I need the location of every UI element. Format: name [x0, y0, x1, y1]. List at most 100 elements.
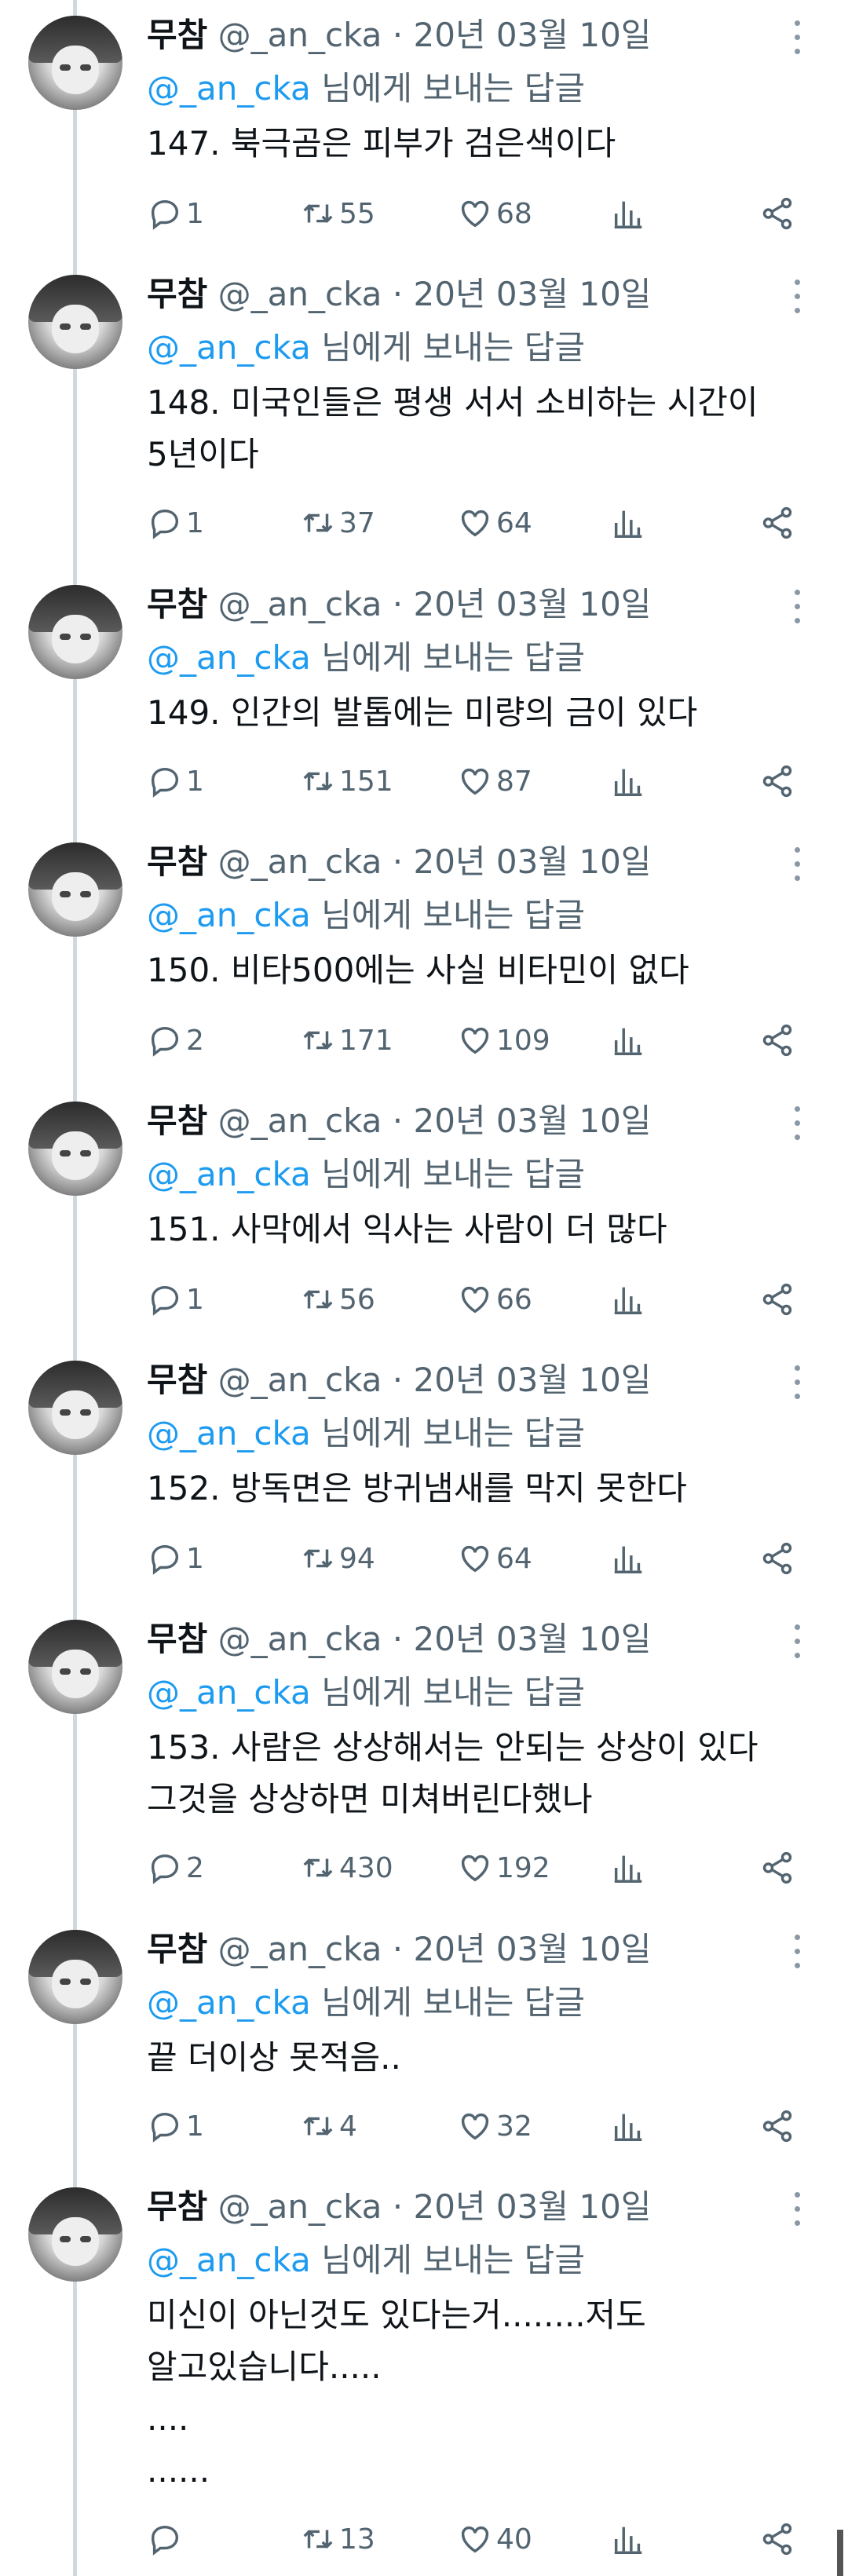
like-button[interactable]: 66 [457, 1276, 532, 1323]
more-options-icon[interactable] [793, 280, 801, 314]
author-name[interactable]: 무참 [147, 585, 207, 623]
tweet-date[interactable]: 20년 03월 10일 [413, 275, 651, 313]
more-options-icon[interactable] [793, 847, 801, 882]
author-handle[interactable]: @_an_cka [218, 842, 382, 881]
reply-button[interactable]: 1 [147, 1276, 204, 1323]
author-handle[interactable]: @_an_cka [218, 16, 382, 54]
avatar[interactable] [28, 842, 122, 937]
author-handle[interactable]: @_an_cka [218, 1102, 382, 1140]
like-button[interactable]: 64 [457, 499, 532, 546]
like-button[interactable]: 192 [457, 1844, 550, 1891]
views-button[interactable] [610, 1276, 646, 1323]
author-handle[interactable]: @_an_cka [218, 1620, 382, 1658]
reply-mention-link[interactable]: @_an_cka [147, 328, 311, 367]
reply-mention-link[interactable]: @_an_cka [147, 896, 311, 934]
author-name[interactable]: 무참 [147, 842, 207, 881]
author-handle[interactable]: @_an_cka [218, 275, 382, 313]
author-name[interactable]: 무참 [147, 1930, 207, 1968]
more-options-icon[interactable] [793, 590, 801, 624]
reply-button[interactable]: 1 [147, 758, 204, 805]
like-button[interactable]: 64 [457, 1535, 532, 1582]
more-options-icon[interactable] [793, 20, 801, 55]
avatar[interactable] [28, 275, 122, 369]
retweet-button[interactable]: 151 [300, 758, 393, 805]
retweet-button[interactable]: 171 [300, 1017, 393, 1064]
tweet-date[interactable]: 20년 03월 10일 [413, 16, 651, 54]
views-button[interactable] [610, 1017, 646, 1064]
more-options-icon[interactable] [793, 1624, 801, 1659]
scrollbar[interactable] [837, 2530, 843, 2576]
retweet-button[interactable]: 37 [300, 499, 375, 546]
share-button[interactable] [759, 2103, 795, 2150]
reply-button[interactable]: 1 [147, 499, 204, 546]
views-button[interactable] [610, 758, 646, 805]
views-button[interactable] [610, 2103, 646, 2150]
share-button[interactable] [759, 1276, 795, 1323]
avatar[interactable] [28, 1930, 122, 2024]
retweet-button[interactable]: 56 [300, 1276, 375, 1323]
tweet-date[interactable]: 20년 03월 10일 [413, 585, 651, 623]
retweet-button[interactable]: 94 [300, 1535, 375, 1582]
author-name[interactable]: 무참 [147, 16, 207, 54]
share-button[interactable] [759, 1017, 795, 1064]
avatar[interactable] [28, 1620, 122, 1714]
reply-button[interactable]: 1 [147, 2103, 204, 2150]
views-button[interactable] [610, 190, 646, 237]
retweet-button[interactable]: 55 [300, 190, 375, 237]
reply-mention-link[interactable]: @_an_cka [147, 69, 311, 108]
tweet-date[interactable]: 20년 03월 10일 [413, 842, 651, 881]
reply-button[interactable]: 2 [147, 1844, 204, 1891]
views-button[interactable] [610, 1535, 646, 1582]
reply-mention-link[interactable]: @_an_cka [147, 1414, 311, 1452]
more-options-icon[interactable] [793, 1365, 801, 1400]
avatar[interactable] [28, 1361, 122, 1455]
author-handle[interactable]: @_an_cka [218, 2187, 382, 2226]
tweet-date[interactable]: 20년 03월 10일 [413, 1361, 651, 1399]
reply-button[interactable]: 1 [147, 1535, 204, 1582]
author-name[interactable]: 무참 [147, 1361, 207, 1399]
retweet-button[interactable]: 4 [300, 2103, 357, 2150]
reply-button[interactable]: 1 [147, 190, 204, 237]
retweet-button[interactable]: 13 [300, 2516, 375, 2563]
author-name[interactable]: 무참 [147, 275, 207, 313]
author-name[interactable]: 무참 [147, 2187, 207, 2226]
like-button[interactable]: 109 [457, 1017, 550, 1064]
like-button[interactable]: 68 [457, 190, 532, 237]
share-button[interactable] [759, 499, 795, 546]
share-button[interactable] [759, 1535, 795, 1582]
tweet-date[interactable]: 20년 03월 10일 [413, 2187, 651, 2226]
avatar[interactable] [28, 1102, 122, 1196]
retweet-button[interactable]: 430 [300, 1844, 393, 1891]
views-button[interactable] [610, 2516, 646, 2563]
share-button[interactable] [759, 1844, 795, 1891]
author-handle[interactable]: @_an_cka [218, 1361, 382, 1399]
tweet-date[interactable]: 20년 03월 10일 [413, 1102, 651, 1140]
author-name[interactable]: 무참 [147, 1102, 207, 1140]
share-button[interactable] [759, 190, 795, 237]
like-button[interactable]: 40 [457, 2516, 532, 2563]
avatar[interactable] [28, 585, 122, 679]
reply-mention-link[interactable]: @_an_cka [147, 1155, 311, 1193]
like-button[interactable]: 32 [457, 2103, 532, 2150]
reply-mention-link[interactable]: @_an_cka [147, 638, 311, 677]
author-handle[interactable]: @_an_cka [218, 585, 382, 623]
share-button[interactable] [759, 2516, 795, 2563]
share-button[interactable] [759, 758, 795, 805]
tweet-date[interactable]: 20년 03월 10일 [413, 1620, 651, 1658]
tweet-date[interactable]: 20년 03월 10일 [413, 1930, 651, 1968]
avatar[interactable] [28, 2187, 122, 2282]
views-button[interactable] [610, 1844, 646, 1891]
more-options-icon[interactable] [793, 1106, 801, 1141]
author-handle[interactable]: @_an_cka [218, 1930, 382, 1968]
reply-button[interactable]: 2 [147, 1017, 204, 1064]
more-options-icon[interactable] [793, 2192, 801, 2227]
more-options-icon[interactable] [793, 1935, 801, 1969]
reply-mention-link[interactable]: @_an_cka [147, 2241, 311, 2279]
author-name[interactable]: 무참 [147, 1620, 207, 1658]
reply-mention-link[interactable]: @_an_cka [147, 1983, 311, 2022]
reply-mention-link[interactable]: @_an_cka [147, 1673, 311, 1712]
reply-button[interactable] [147, 2516, 186, 2563]
like-button[interactable]: 87 [457, 758, 532, 805]
avatar[interactable] [28, 16, 122, 110]
views-button[interactable] [610, 499, 646, 546]
